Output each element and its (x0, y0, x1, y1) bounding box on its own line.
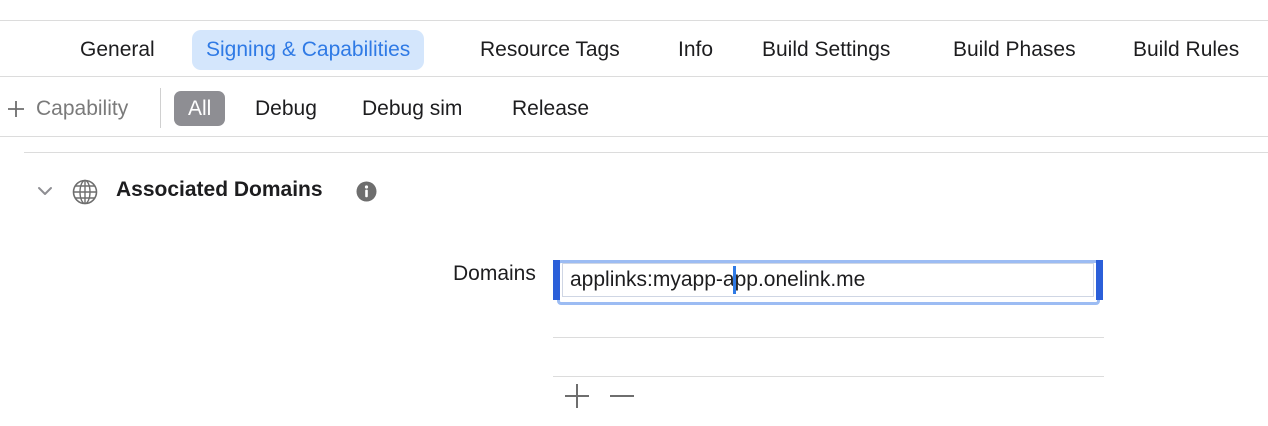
tab-signing-capabilities[interactable]: Signing & Capabilities (192, 30, 425, 70)
plus-icon (6, 99, 26, 119)
tab-resource-tags[interactable]: Resource Tags (480, 30, 620, 70)
tab-general[interactable]: General (80, 30, 155, 70)
domains-list-divider-1 (553, 337, 1104, 338)
tab-info[interactable]: Info (678, 30, 713, 70)
globe-icon (71, 178, 99, 211)
tab-bar-divider (0, 76, 1268, 77)
domains-list-divider-2 (553, 376, 1104, 377)
input-focus-edge-right (1096, 260, 1103, 300)
domain-entry-input[interactable] (570, 263, 1090, 297)
chevron-down-icon[interactable] (36, 182, 54, 205)
info-icon[interactable] (356, 181, 377, 207)
section-top-divider (24, 152, 1268, 153)
config-filter-release[interactable]: Release (512, 91, 589, 126)
domains-label: Domains (453, 262, 536, 285)
tab-build-phases[interactable]: Build Phases (953, 30, 1076, 70)
filter-bar-divider (0, 136, 1268, 137)
tab-build-rules[interactable]: Build Rules (1133, 30, 1239, 70)
top-border (0, 20, 1268, 21)
config-filter-all[interactable]: All (174, 91, 226, 126)
config-filter-debug-sim[interactable]: Debug sim (362, 91, 462, 126)
text-cursor (733, 266, 736, 294)
minus-icon[interactable] (608, 382, 636, 415)
tab-build-settings[interactable]: Build Settings (762, 30, 890, 70)
section-title: Associated Domains (116, 178, 323, 201)
input-focus-edge-left (553, 260, 560, 300)
add-capability-button[interactable]: Capability (6, 92, 128, 126)
add-capability-label: Capability (36, 97, 129, 120)
config-filter-debug[interactable]: Debug (255, 91, 317, 126)
filter-separator (160, 88, 161, 128)
plus-icon[interactable] (563, 382, 591, 415)
